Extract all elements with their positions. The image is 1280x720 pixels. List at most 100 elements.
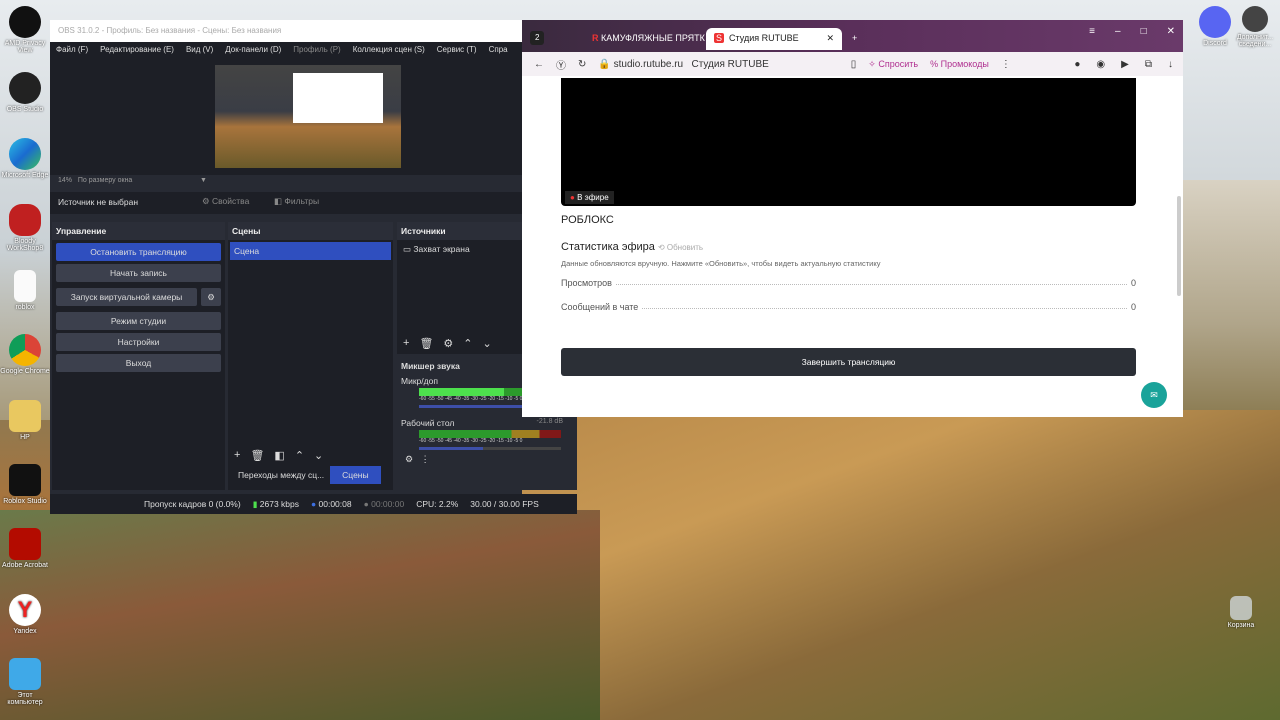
menu-scene-collection[interactable]: Коллекция сцен (S)	[353, 45, 425, 58]
exit-button[interactable]: Выход	[56, 354, 221, 372]
studio-mode-button[interactable]: Режим студии	[56, 312, 221, 330]
source-toolbar: Источник не выбран ⚙ Свойства ◧ Фильтры	[50, 192, 522, 214]
desktop-icon[interactable]: Microsoft Edge	[0, 138, 50, 179]
promo-button[interactable]: % Промокоды	[930, 59, 989, 69]
roblox-studio-icon	[9, 464, 41, 496]
desktop-icon[interactable]: Дополнит... сведени...	[1230, 6, 1280, 48]
icon-label: Корзина	[1227, 622, 1255, 629]
stat-value: 0	[1130, 302, 1136, 312]
recycle-bin[interactable]: Корзина	[1216, 596, 1266, 629]
window-controls: ≡ – □ ✕	[1089, 26, 1175, 37]
controls-title: Управление	[52, 222, 225, 240]
channel-desktop-name: Рабочий стол	[401, 418, 455, 428]
bookmark-icon[interactable]: ▯	[851, 59, 857, 70]
desktop-icon[interactable]: Bloody WorkShop8	[0, 204, 50, 252]
scrollbar[interactable]	[1177, 196, 1181, 296]
more-icon[interactable]: ⋮	[421, 454, 430, 464]
source-item[interactable]: ▭ Захват экрана	[397, 240, 522, 259]
refresh-button[interactable]: ⟲ Обновить	[658, 243, 703, 252]
chevron-down-icon[interactable]: ▼	[200, 177, 207, 184]
gear-icon[interactable]: ⚙	[201, 288, 221, 306]
download-icon[interactable]: ↓	[1168, 59, 1173, 70]
obs-title: OBS 31.0.2 - Профиль: Без названия - Сце…	[50, 20, 522, 42]
add-icon[interactable]: +	[403, 337, 409, 350]
scene-item[interactable]: Сцена	[230, 242, 391, 260]
virtual-camera-button[interactable]: Запуск виртуальной камеры	[56, 288, 197, 306]
gear-icon[interactable]: ⚙	[405, 454, 413, 464]
trash-icon[interactable]: 🗑	[250, 449, 264, 462]
desktop-icon[interactable]: Roblox Studio	[0, 464, 50, 505]
menu-docks[interactable]: Док-панели (D)	[225, 45, 281, 58]
down-icon[interactable]: ⌄	[314, 449, 323, 462]
screenshot-icon[interactable]: ⧉	[1145, 59, 1152, 70]
stat-row: Просмотров 0	[561, 278, 1136, 288]
start-recording-button[interactable]: Начать запись	[56, 264, 221, 282]
ask-button[interactable]: ✧ Спросить	[868, 59, 918, 70]
menu-help[interactable]: Спра	[489, 45, 508, 58]
menu-tools[interactable]: Сервис (T)	[437, 45, 477, 58]
menu-file[interactable]: Файл (F)	[56, 45, 88, 58]
menu-view[interactable]: Вид (V)	[186, 45, 213, 58]
stream-name: РОБЛОКС	[561, 214, 614, 226]
minimize-icon[interactable]: –	[1115, 26, 1121, 37]
yandex-alice-icon[interactable]: Ⓨ	[556, 57, 566, 72]
menu-edit[interactable]: Редактирование (E)	[100, 45, 174, 58]
fps: 30.00 / 30.00 FPS	[470, 499, 539, 509]
desktop-icon[interactable]: Google Chrome	[0, 334, 50, 375]
tab-camouflage[interactable]: R КАМУФЛЯЖНЫЕ ПРЯТК	[584, 28, 713, 50]
promo-label: Промокоды	[940, 59, 989, 69]
obs-preview[interactable]	[50, 58, 522, 175]
stat-label: Просмотров	[561, 278, 612, 288]
desktop-icon[interactable]: HP	[0, 400, 50, 441]
filter-icon[interactable]: ◧	[274, 449, 284, 462]
filters-button[interactable]: ◧ Фильтры	[274, 196, 319, 207]
settings-button[interactable]: Настройки	[56, 333, 221, 351]
desktop-icon[interactable]: OBS Studio	[0, 72, 50, 113]
properties-button[interactable]: ⚙ Свойства	[202, 196, 249, 207]
up-icon[interactable]: ⌃	[463, 337, 472, 350]
extension-icon[interactable]: ◉	[1096, 59, 1105, 70]
tab-bar: 2 R КАМУФЛЯЖНЫЕ ПРЯТК S Студия RUTUBE ✕ +…	[522, 20, 1183, 52]
tab-scenes[interactable]: Сцены	[330, 466, 381, 484]
stat-label: Сообщений в чате	[561, 302, 639, 312]
browser-window: 2 R КАМУФЛЯЖНЫЕ ПРЯТК S Студия RUTUBE ✕ +…	[522, 20, 1183, 417]
menu-icon[interactable]: ≡	[1089, 26, 1095, 37]
maximize-icon[interactable]: □	[1141, 26, 1147, 37]
file-icon	[14, 270, 36, 302]
desktop-icon[interactable]: Y Yandex	[0, 594, 50, 635]
mixer-settings: ⚙ ⋮	[397, 450, 577, 469]
zoom-level: 14%	[58, 177, 73, 184]
desktop-icon[interactable]: AMD Privacy View	[0, 6, 50, 54]
cpu-usage: CPU: 2.2%	[416, 499, 459, 509]
zoom-mode-select[interactable]: По размеру окна	[78, 177, 132, 184]
down-icon[interactable]: ⌄	[483, 337, 492, 350]
stream-preview[interactable]: ● В эфире	[561, 78, 1136, 206]
back-icon[interactable]: ←	[534, 59, 544, 70]
more-icon[interactable]: ⋮	[1001, 59, 1011, 70]
stream-time-value: 00:00:08	[318, 499, 352, 509]
desktop-icon[interactable]: roblox	[0, 270, 50, 311]
close-tab-icon[interactable]: ✕	[826, 33, 834, 44]
desktop-icon[interactable]: Adobe Acrobat	[0, 528, 50, 569]
video-icon[interactable]: ▶	[1121, 59, 1129, 70]
url-field[interactable]: 🔒 studio.rutube.ru Студия RUTUBE	[598, 59, 768, 70]
desktop-icon[interactable]: Этот компьютер	[0, 658, 50, 706]
new-tab-icon[interactable]: +	[844, 28, 865, 50]
page-title: Студия RUTUBE	[691, 58, 769, 70]
obs-menubar: Файл (F) Редактирование (E) Вид (V) Док-…	[50, 42, 522, 58]
support-chat-icon[interactable]: ✉	[1141, 382, 1167, 408]
tab-rutube-studio[interactable]: S Студия RUTUBE ✕	[706, 28, 842, 50]
reload-icon[interactable]: ↻	[578, 59, 586, 70]
extension-icon[interactable]: ●	[1074, 59, 1080, 70]
trash-icon[interactable]: 🗑	[419, 337, 433, 350]
zoom-bar: 14% По размеру окна ▼	[50, 175, 522, 187]
tab-transitions[interactable]: Переходы между сц...	[232, 466, 330, 484]
menu-profile[interactable]: Профиль (P)	[293, 45, 340, 58]
gear-icon[interactable]: ⚙	[443, 337, 453, 350]
tab-count[interactable]: 2	[530, 31, 545, 45]
add-icon[interactable]: +	[234, 449, 240, 462]
stop-stream-button[interactable]: Остановить трансляцию	[56, 243, 221, 261]
close-icon[interactable]: ✕	[1167, 26, 1175, 37]
up-icon[interactable]: ⌃	[295, 449, 304, 462]
end-stream-button[interactable]: Завершить трансляцию	[561, 348, 1136, 376]
